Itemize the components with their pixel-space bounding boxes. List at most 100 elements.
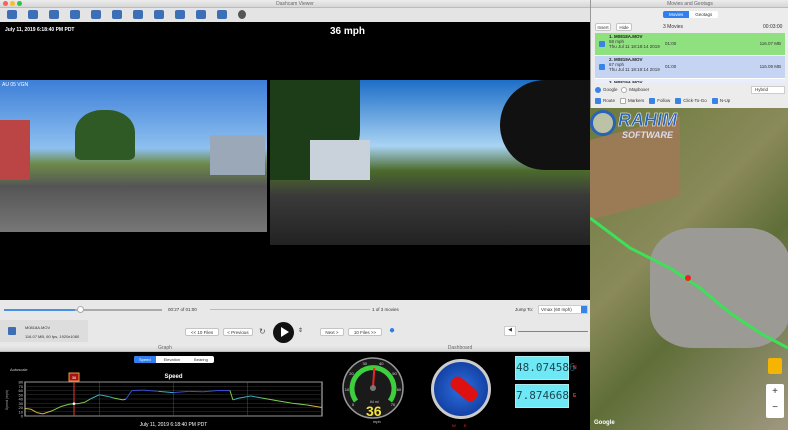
volume-icon[interactable]: ◀ — [504, 326, 516, 336]
tab-speed[interactable]: Speed — [134, 356, 156, 363]
progress-thumb[interactable] — [76, 306, 84, 313]
speed-line-segment — [277, 400, 293, 404]
watermark-logo — [590, 110, 616, 136]
fullscreen-icon[interactable] — [217, 10, 227, 19]
previous-button[interactable]: < Previous — [223, 328, 253, 336]
y-tick-label: 70 — [19, 384, 24, 389]
open-folder-icon[interactable] — [7, 10, 17, 19]
file-name: M0818A.MOV — [25, 325, 51, 330]
zoom-out-button[interactable]: − — [766, 400, 784, 416]
map-view[interactable]: RAHIM SOFTWARE + − Google — [590, 108, 788, 430]
movie-list-item[interactable]: 1. M0818A.MOV 58 mph Thu Jul 11 18:18:14… — [595, 33, 785, 55]
speed-line-segment — [292, 402, 308, 406]
video-rear[interactable] — [270, 80, 590, 245]
movie-list[interactable]: 1. M0818A.MOV 58 mph Thu Jul 11 18:18:14… — [595, 33, 785, 83]
speedometer-value: 36 — [366, 403, 382, 419]
movie-checkbox[interactable] — [599, 41, 605, 47]
settings-icon[interactable] — [238, 10, 246, 19]
movie-size: 116.09 MB — [759, 64, 781, 69]
checkbox[interactable] — [675, 98, 682, 104]
gauge-hub — [370, 385, 376, 391]
toggle-label: Route — [603, 98, 616, 104]
speed-line-segment — [30, 408, 38, 414]
location-pin-icon[interactable]: ● — [389, 325, 395, 336]
speed-line-segment — [158, 390, 174, 394]
file-details: 116.07 MB, 60 fps, 1920x1080 — [25, 334, 80, 339]
speed-line-segment — [42, 410, 52, 415]
movie-count: 1 of 3 movies — [372, 307, 399, 312]
speed-stepper[interactable]: ⇕ — [298, 327, 303, 334]
checkbox[interactable] — [711, 98, 718, 104]
tab-movies[interactable]: Movies — [663, 11, 690, 18]
toggle-markers[interactable]: Markers — [620, 98, 644, 104]
pegman-icon[interactable] — [768, 358, 782, 374]
camera-all-icon[interactable] — [133, 10, 143, 19]
jump-to-label: Jump To: — [515, 307, 534, 312]
map-type-select[interactable]: Hybrid — [751, 86, 785, 94]
insert-button[interactable]: Insert — [595, 23, 611, 31]
export-icon[interactable] — [175, 10, 185, 19]
play-button[interactable] — [273, 322, 294, 343]
toggle-click-to-go[interactable]: Click-To-Go — [675, 98, 707, 104]
movie-name: 3. M0819A.MOV — [609, 80, 643, 83]
checkbox[interactable] — [649, 98, 656, 104]
gauge-tick-label: 70 — [391, 402, 396, 407]
tab-geotags[interactable]: Geotags — [689, 11, 718, 18]
checkbox[interactable] — [595, 98, 601, 104]
minimize-button[interactable] — [10, 1, 15, 6]
toggle-n-up[interactable]: N-Up — [711, 98, 730, 104]
forward-10-files-button[interactable]: 10 Files >> — [348, 328, 382, 336]
camera-front-icon[interactable] — [49, 10, 59, 19]
speed-line-segment — [78, 401, 85, 405]
google-radio[interactable] — [595, 87, 601, 93]
tab-elevation[interactable]: Elevation — [156, 356, 188, 363]
watermark-line2: SOFTWARE — [622, 130, 673, 140]
replay-icon[interactable]: ↻ — [259, 327, 266, 336]
map-options-row-2: Route Markers Follow Click-To-Go N-Up — [595, 98, 730, 104]
camera-rear-icon[interactable] — [70, 10, 80, 19]
mapboxer-label: Mapboxer — [629, 87, 650, 93]
movie-checkbox[interactable] — [599, 64, 605, 70]
toolbar — [0, 8, 590, 22]
back-10-files-button[interactable]: << 10 Files — [185, 328, 219, 336]
y-tick-label: 10 — [19, 409, 24, 414]
tab-bearing[interactable]: Bearing — [188, 356, 214, 363]
mirror — [500, 80, 590, 170]
zoom-button[interactable] — [17, 1, 22, 6]
x-axis-label: July 11, 2019 6:18:40 PM PDT — [140, 422, 208, 428]
speed-chart[interactable]: Speed 01020304050607080 Speed (mph) July 11… — [0, 370, 330, 430]
mapboxer-radio[interactable] — [621, 87, 628, 93]
save-icon[interactable] — [196, 10, 206, 19]
camera-left-icon[interactable] — [91, 10, 101, 19]
zoom-controls: + − — [766, 384, 784, 418]
zoom-in-button[interactable]: + — [766, 384, 784, 400]
movie-list-item[interactable]: 3. M0819A.MOV — [595, 79, 785, 83]
next-button[interactable]: Next > — [320, 328, 344, 336]
toggle-route[interactable]: Route — [595, 98, 615, 104]
close-button[interactable] — [3, 1, 8, 6]
movie-list-item[interactable]: 2. M0819A.MOV 67 mph Thu Jul 11 18:19:14… — [595, 56, 785, 78]
jump-to-select[interactable]: Vmax (60 mph) — [538, 305, 588, 314]
checkbox[interactable] — [620, 98, 627, 104]
longitude-display: 7.874668 — [515, 384, 569, 408]
y-tick-label: 40 — [19, 397, 24, 402]
speed-line-segment — [90, 394, 100, 400]
watermark-line1: RAHIM — [618, 110, 678, 131]
video-front[interactable]: AU 05 VGN — [0, 80, 267, 232]
y-axis-label: Speed (mph) — [5, 390, 9, 410]
open-multiple-icon[interactable] — [28, 10, 38, 19]
y-tick-label: 60 — [19, 388, 24, 393]
movie-track[interactable] — [210, 309, 370, 310]
toggle-follow[interactable]: Follow — [649, 98, 670, 104]
camera-right-icon[interactable] — [112, 10, 122, 19]
gauge-tick-label: 10 — [345, 387, 350, 392]
hide-button[interactable]: Hide — [616, 23, 632, 31]
split-view-icon[interactable] — [154, 10, 164, 19]
chart-window: Graph Speed Elevation Bearing Autoscale … — [0, 345, 330, 430]
speed-line-segment — [262, 397, 278, 402]
speed-line-segment — [84, 398, 91, 403]
volume-slider[interactable] — [518, 331, 588, 332]
y-tick-label: 20 — [19, 405, 24, 410]
movie-count: 3 Movies — [663, 24, 684, 30]
gauge-tick-label: 20 — [349, 371, 354, 376]
